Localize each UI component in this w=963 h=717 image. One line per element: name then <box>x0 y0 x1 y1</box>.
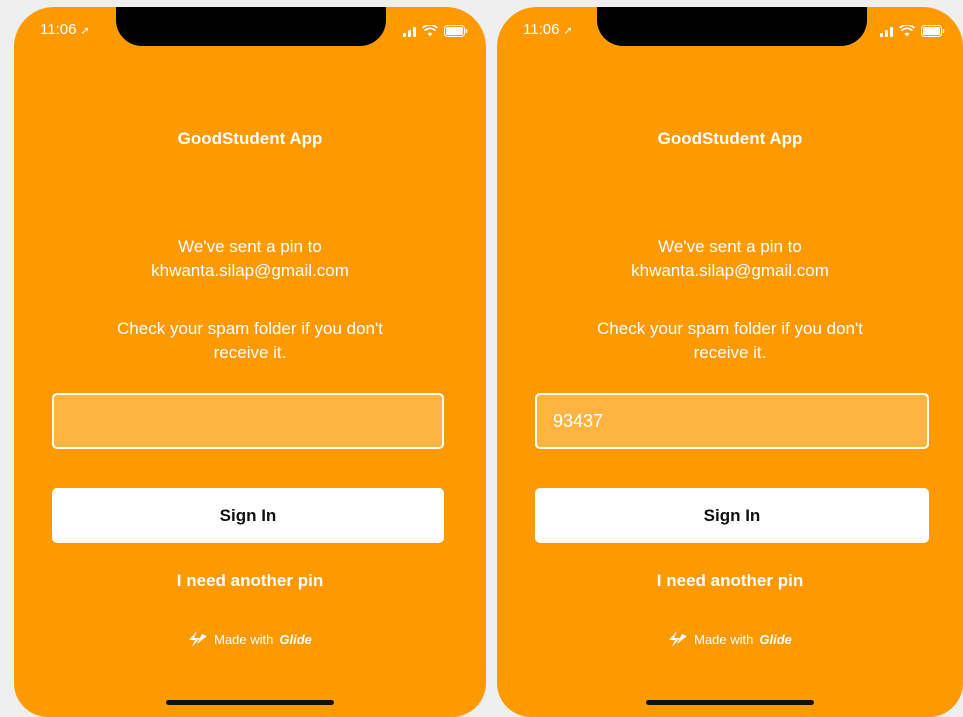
location-arrow-icon: ➚ <box>563 25 573 37</box>
pin-sent-message: We've sent a pin to khwanta.silap@gmail.… <box>54 235 446 283</box>
pin-sent-email: khwanta.silap@gmail.com <box>631 261 829 280</box>
status-time: 11:06 ➚ <box>40 21 90 38</box>
request-another-pin-link[interactable]: I need another pin <box>14 571 486 591</box>
spam-hint: Check your spam folder if you don't rece… <box>537 317 923 365</box>
sign-in-button[interactable]: Sign In <box>535 488 929 543</box>
home-indicator[interactable] <box>166 700 334 705</box>
made-with-text: Made with <box>694 631 754 647</box>
glide-brand-text: Glide <box>279 631 312 647</box>
pin-sent-line: We've sent a pin to <box>178 237 322 256</box>
pin-input[interactable] <box>52 393 444 449</box>
spam-hint: Check your spam folder if you don't rece… <box>54 317 446 365</box>
phone-notch <box>597 7 867 46</box>
spam-hint-line1: Check your spam folder if you don't <box>597 319 863 338</box>
glide-logo-icon <box>669 631 688 647</box>
made-with-glide-link[interactable]: Made with Glide <box>497 631 963 647</box>
wifi-icon <box>422 25 438 37</box>
status-time-text: 11:06 <box>40 21 77 38</box>
status-indicators <box>880 25 945 37</box>
glide-logo-icon <box>189 631 208 647</box>
pin-input[interactable] <box>535 393 929 449</box>
pin-sent-email: khwanta.silap@gmail.com <box>151 261 349 280</box>
request-another-pin-link[interactable]: I need another pin <box>497 571 963 591</box>
pin-sent-line: We've sent a pin to <box>658 237 802 256</box>
sign-in-button[interactable]: Sign In <box>52 488 444 543</box>
cellular-signal-icon <box>880 25 893 37</box>
made-with-text: Made with <box>214 631 274 647</box>
location-arrow-icon: ➚ <box>80 25 90 37</box>
status-indicators <box>403 25 468 37</box>
cellular-signal-icon <box>403 25 416 37</box>
pin-sent-message: We've sent a pin to khwanta.silap@gmail.… <box>537 235 923 283</box>
app-title: GoodStudent App <box>177 129 323 148</box>
battery-icon <box>921 25 945 37</box>
phone-screen-left: 11:06 ➚ GoodStudent App We've sent a pin … <box>14 7 486 717</box>
phone-screen-right: 11:06 ➚ GoodStudent App We've sent a pin … <box>497 7 963 717</box>
battery-icon <box>444 25 468 37</box>
spam-hint-line2: receive it. <box>213 343 287 362</box>
spam-hint-line2: receive it. <box>693 343 767 362</box>
stage: 11:06 ➚ GoodStudent App We've sent a pin … <box>0 0 963 717</box>
status-time: 11:06 ➚ <box>523 21 573 38</box>
glide-brand-text: Glide <box>759 631 792 647</box>
status-time-text: 11:06 <box>523 21 560 38</box>
home-indicator[interactable] <box>646 700 814 705</box>
spam-hint-line1: Check your spam folder if you don't <box>117 319 383 338</box>
phone-notch <box>116 7 386 46</box>
made-with-glide-link[interactable]: Made with Glide <box>14 631 486 647</box>
app-title: GoodStudent App <box>657 129 803 148</box>
wifi-icon <box>899 25 915 37</box>
